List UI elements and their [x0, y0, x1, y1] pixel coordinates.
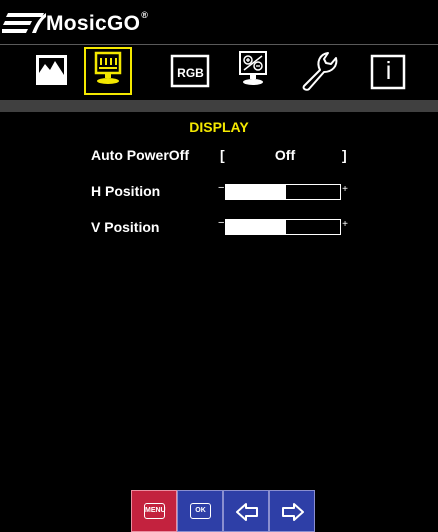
auto-poweroff-label: Auto PowerOff [91, 147, 189, 163]
h-position-plus: + [342, 184, 348, 195]
osd-menu: MosicGO® RGB i DISPLAY Auto PowerOff [O… [0, 0, 438, 532]
brand-name: MosicGO® [46, 10, 149, 35]
tab-picture[interactable] [30, 48, 76, 94]
v-position-plus: + [342, 219, 348, 230]
auto-poweroff-close-bracket: ] [342, 147, 347, 163]
tab-display[interactable] [84, 47, 132, 95]
brand-logo-icon [2, 13, 46, 33]
tab-separator [0, 100, 438, 112]
tab-bar: RGB i [0, 45, 438, 102]
auto-poweroff-value[interactable]: Off [228, 147, 342, 163]
v-position-fill [226, 220, 287, 234]
v-position-minus: − [218, 217, 225, 229]
left-button[interactable] [223, 490, 269, 532]
osd-header: MosicGO® [0, 0, 438, 44]
monitor-adjust-icon [239, 51, 267, 85]
tab-color[interactable]: RGB [168, 48, 214, 94]
tab-info-label: i [385, 57, 392, 85]
tab-information[interactable]: i [366, 48, 412, 94]
h-position-track [225, 184, 341, 200]
h-position-fill [226, 185, 287, 199]
right-button[interactable] [269, 490, 315, 532]
tab-tools[interactable] [298, 48, 344, 94]
ok-button-label: OK [190, 503, 211, 519]
monitor-display-icon [94, 51, 122, 84]
tab-image-setup[interactable] [234, 48, 280, 94]
mountain-picture-icon [36, 55, 67, 85]
right-arrow-icon [282, 503, 304, 521]
control-buttons: MENU OK [131, 490, 315, 532]
tab-rgb-label: RGB [177, 66, 204, 80]
left-arrow-icon [236, 503, 258, 521]
v-position-track [225, 219, 341, 235]
v-position-label: V Position [91, 219, 160, 235]
auto-poweroff-open-bracket: [ [220, 147, 225, 163]
v-position-slider[interactable]: − + [218, 217, 348, 237]
menu-button[interactable]: MENU [131, 490, 177, 532]
h-position-label: H Position [91, 183, 161, 199]
h-position-minus: − [218, 182, 225, 194]
menu-button-label: MENU [144, 503, 166, 519]
wrench-icon [302, 52, 338, 91]
section-title: DISPLAY [189, 119, 249, 135]
ok-button[interactable]: OK [177, 490, 223, 532]
h-position-slider[interactable]: − + [218, 182, 348, 202]
